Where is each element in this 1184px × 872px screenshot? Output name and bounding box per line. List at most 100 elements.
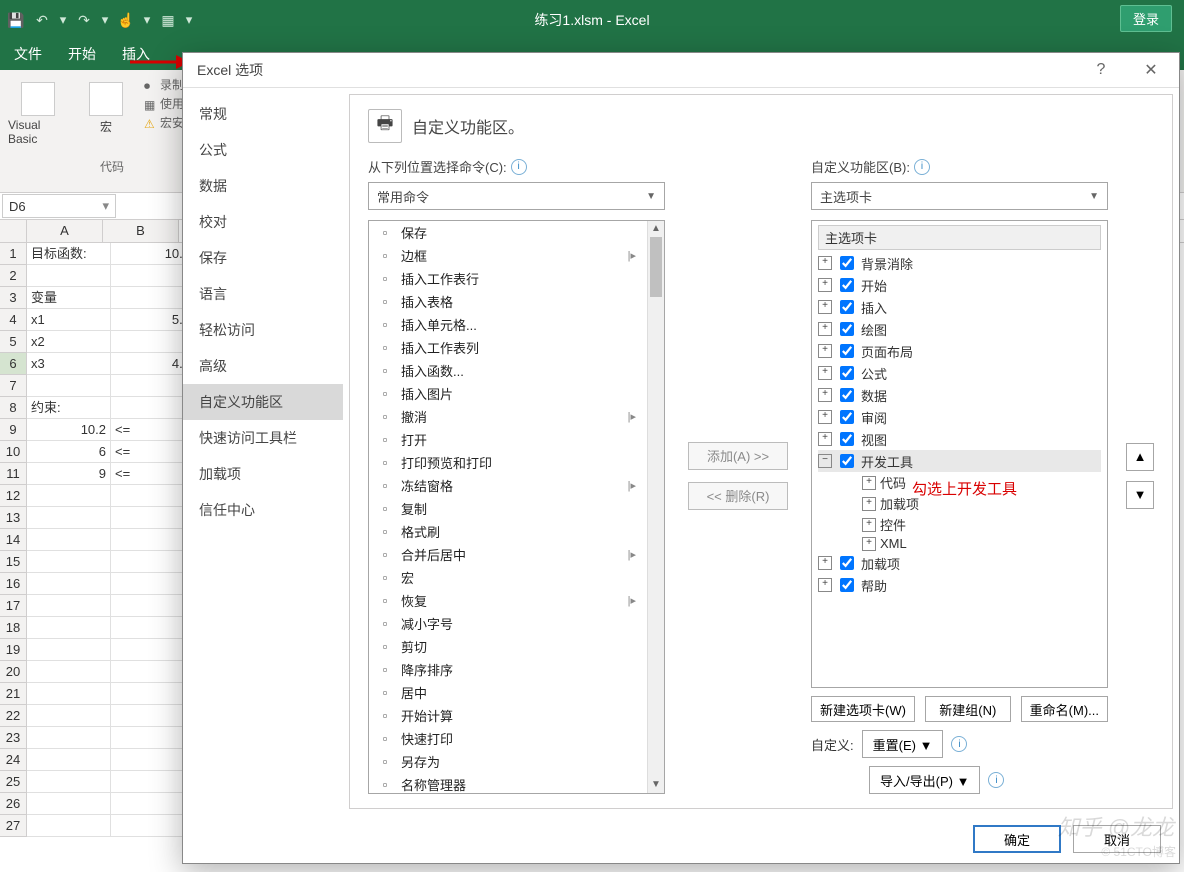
login-button[interactable]: 登录 [1120, 5, 1172, 32]
ribbon-target-dropdown[interactable]: 主选项卡▼ [811, 182, 1108, 210]
command-item[interactable]: ▫减小字号 [369, 612, 664, 635]
category-item[interactable]: 公式 [183, 132, 343, 168]
command-item[interactable]: ▫插入工作表行 [369, 267, 664, 290]
expand-icon[interactable]: + [818, 256, 832, 270]
chevron-down-icon[interactable]: ▾ [58, 12, 68, 28]
tree-node[interactable]: +加载项 [862, 493, 1101, 514]
row-header[interactable]: 19 [0, 639, 27, 661]
expand-icon[interactable]: + [818, 556, 832, 570]
window-icon[interactable]: ▦ [158, 10, 178, 30]
command-item[interactable]: ▫冻结窗格|▸ [369, 474, 664, 497]
row-header[interactable]: 11 [0, 463, 27, 485]
row-header[interactable]: 8 [0, 397, 27, 419]
cell[interactable]: 目标函数: [27, 243, 111, 265]
row-header[interactable]: 21 [0, 683, 27, 705]
rename-button[interactable]: 重命名(M)... [1021, 696, 1108, 722]
command-item[interactable]: ▫复制 [369, 497, 664, 520]
row-header[interactable]: 10 [0, 441, 27, 463]
row-header[interactable]: 2 [0, 265, 27, 287]
cell[interactable]: 变量 [27, 287, 111, 309]
command-item[interactable]: ▫另存为 [369, 750, 664, 773]
tree-node[interactable]: +视图 [818, 428, 1101, 450]
expand-icon[interactable]: − [818, 454, 832, 468]
reset-dropdown[interactable]: 重置(E) ▼ [862, 730, 944, 758]
tree-checkbox[interactable] [840, 300, 854, 314]
row-header[interactable]: 7 [0, 375, 27, 397]
commands-source-dropdown[interactable]: 常用命令▼ [368, 182, 665, 210]
command-item[interactable]: ▫插入图片 [369, 382, 664, 405]
command-item[interactable]: ▫名称管理器 [369, 773, 664, 794]
row-header[interactable]: 6 [0, 353, 27, 375]
row-header[interactable]: 13 [0, 507, 27, 529]
row-header[interactable]: 25 [0, 771, 27, 793]
command-item[interactable]: ▫快速打印 [369, 727, 664, 750]
add-button[interactable]: 添加(A) >> [688, 442, 788, 470]
touch-icon[interactable]: ☝ [116, 10, 136, 30]
tree-checkbox[interactable] [840, 556, 854, 570]
cell[interactable] [27, 639, 111, 661]
row-header[interactable]: 4 [0, 309, 27, 331]
category-item[interactable]: 轻松访问 [183, 312, 343, 348]
category-item[interactable]: 语言 [183, 276, 343, 312]
tree-node[interactable]: +绘图 [818, 318, 1101, 340]
tree-checkbox[interactable] [840, 388, 854, 402]
category-item[interactable]: 自定义功能区 [183, 384, 343, 420]
category-item[interactable]: 高级 [183, 348, 343, 384]
save-icon[interactable]: 💾 [6, 10, 26, 30]
command-item[interactable]: ▫插入单元格... [369, 313, 664, 336]
expand-icon[interactable]: + [862, 518, 876, 532]
scroll-down-icon[interactable]: ▼ [648, 777, 664, 793]
cell[interactable] [27, 771, 111, 793]
command-item[interactable]: ▫格式刷 [369, 520, 664, 543]
move-down-button[interactable]: ▼ [1126, 481, 1154, 509]
col-header[interactable]: B [103, 220, 179, 242]
cell[interactable] [27, 375, 111, 397]
tree-node[interactable]: +帮助 [818, 574, 1101, 596]
tree-node[interactable]: +页面布局 [818, 340, 1101, 362]
cell[interactable]: 6 [27, 441, 111, 463]
use-relative[interactable]: ▦使用 [144, 95, 184, 112]
tree-node[interactable]: +XML [862, 535, 1101, 552]
tree-checkbox[interactable] [840, 344, 854, 358]
command-item[interactable]: ▫开始计算 [369, 704, 664, 727]
row-header[interactable]: 5 [0, 331, 27, 353]
category-item[interactable]: 保存 [183, 240, 343, 276]
row-header[interactable]: 20 [0, 661, 27, 683]
tab-home[interactable]: 开始 [64, 38, 100, 70]
command-item[interactable]: ▫插入函数... [369, 359, 664, 382]
cancel-button[interactable]: 取消 [1073, 825, 1161, 853]
cell[interactable]: 约束: [27, 397, 111, 419]
cell[interactable] [27, 793, 111, 815]
row-header[interactable]: 18 [0, 617, 27, 639]
cell[interactable] [27, 683, 111, 705]
cell[interactable] [27, 705, 111, 727]
tree-checkbox[interactable] [840, 578, 854, 592]
chevron-down-icon[interactable]: ▾ [102, 198, 109, 214]
row-header[interactable]: 24 [0, 749, 27, 771]
tree-checkbox[interactable] [840, 322, 854, 336]
command-item[interactable]: ▫打印预览和打印 [369, 451, 664, 474]
scroll-thumb[interactable] [650, 237, 662, 297]
tree-node[interactable]: +代码 [862, 472, 1101, 493]
expand-icon[interactable]: + [862, 537, 876, 551]
row-header[interactable]: 27 [0, 815, 27, 837]
import-export-dropdown[interactable]: 导入/导出(P) ▼ [869, 766, 980, 794]
command-item[interactable]: ▫撤消|▸ [369, 405, 664, 428]
cell[interactable]: x1 [27, 309, 111, 331]
tree-checkbox[interactable] [840, 410, 854, 424]
macro-security[interactable]: ⚠宏安 [144, 114, 184, 131]
command-item[interactable]: ▫打开 [369, 428, 664, 451]
cell[interactable]: 10.2 [27, 419, 111, 441]
tree-node[interactable]: +开始 [818, 274, 1101, 296]
expand-icon[interactable]: + [818, 388, 832, 402]
tree-node[interactable]: +公式 [818, 362, 1101, 384]
tree-checkbox[interactable] [840, 278, 854, 292]
cell[interactable] [27, 727, 111, 749]
command-item[interactable]: ▫插入工作表列 [369, 336, 664, 359]
new-group-button[interactable]: 新建组(N) [925, 696, 1011, 722]
command-item[interactable]: ▫插入表格 [369, 290, 664, 313]
command-item[interactable]: ▫降序排序 [369, 658, 664, 681]
row-header[interactable]: 9 [0, 419, 27, 441]
expand-icon[interactable]: + [818, 278, 832, 292]
new-tab-button[interactable]: 新建选项卡(W) [811, 696, 915, 722]
